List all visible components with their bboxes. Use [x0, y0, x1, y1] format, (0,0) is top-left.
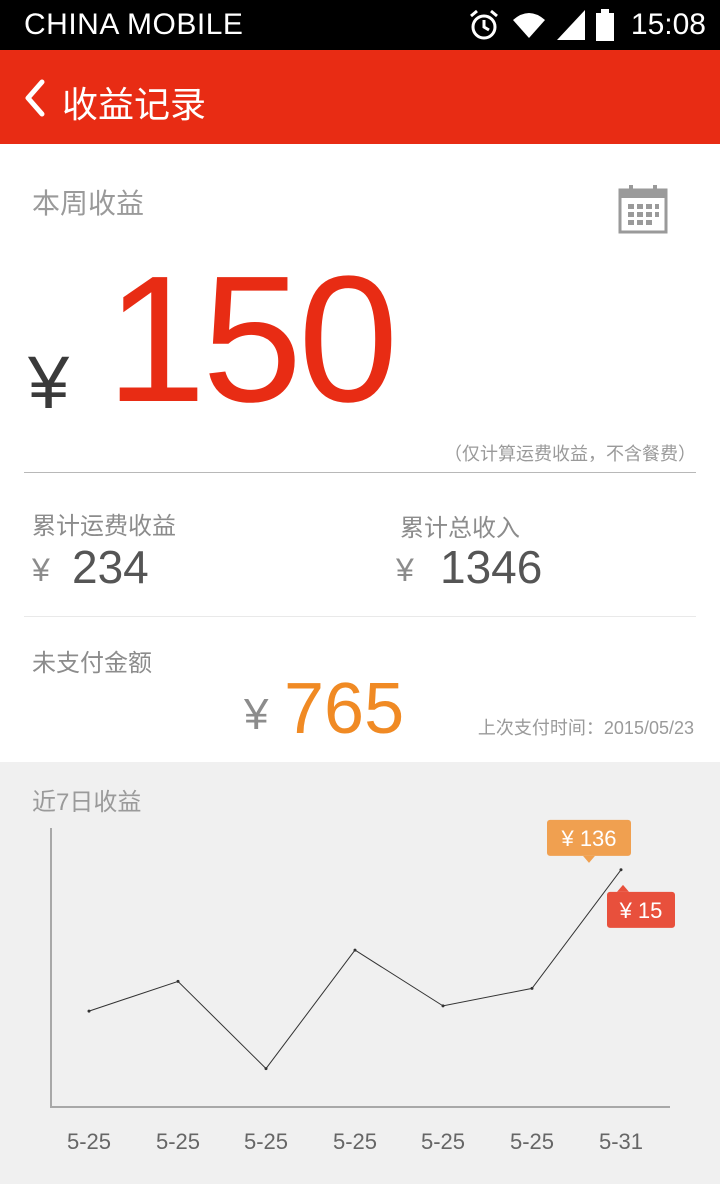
status-bar: CHINA MOBILE 15:08 — [0, 0, 720, 50]
alarm-icon — [469, 9, 498, 40]
tooltip-label: ¥ 136 — [560, 826, 616, 851]
week-earnings-amount: 150 — [106, 239, 398, 440]
page-title: 收益记录 — [62, 84, 207, 125]
tooltip-pointer — [617, 884, 629, 892]
last-payment-time: 上次支付时间：2015/05/23 — [477, 718, 694, 738]
total-income-label: 累计总收入 — [400, 515, 520, 542]
week-earnings-label: 本周收益 — [32, 188, 145, 219]
x-tick-label: 5-31 — [599, 1129, 643, 1154]
x-tick-label: 5-25 — [421, 1129, 465, 1154]
x-tick-label: 5-25 — [510, 1129, 554, 1154]
freight-currency-symbol: ¥ — [32, 552, 50, 588]
series-line — [88, 869, 622, 1070]
line-chart: 5-25 5-25 5-25 5-25 5-25 5-25 5-31 ¥ 136 ¥ 15 — [50, 819, 675, 1154]
calendar-icon[interactable] — [618, 184, 668, 234]
app-header: 收益记录 — [0, 50, 720, 144]
wifi-icon — [512, 13, 545, 38]
unpaid-currency-symbol: ¥ — [244, 690, 269, 739]
week-currency-symbol: ¥ — [28, 341, 70, 424]
data-point[interactable] — [176, 979, 180, 983]
total-income-value: 1346 — [440, 541, 543, 593]
value-tooltip: ¥ 136 — [547, 819, 631, 863]
carrier-name: CHINA MOBILE — [24, 8, 244, 41]
recent-earnings-chart: 近7日收益 5-25 5-25 5-25 5-25 5-25 5-25 5-31 ¥ 136 ¥… — [0, 762, 720, 1184]
signal-icon — [556, 10, 585, 40]
x-tick-label: 5-25 — [156, 1129, 200, 1154]
data-point[interactable] — [530, 986, 534, 990]
tooltip-pointer — [583, 855, 595, 863]
status-icons: 15:08 — [467, 6, 706, 44]
back-arrow-icon[interactable] — [18, 76, 54, 120]
data-point[interactable] — [87, 1009, 91, 1013]
freight-earnings-label: 累计运费收益 — [32, 513, 176, 540]
unpaid-amount-value: 765 — [284, 669, 405, 749]
battery-icon — [595, 9, 614, 41]
x-tick-label: 5-25 — [244, 1129, 288, 1154]
total-currency-symbol: ¥ — [396, 552, 414, 588]
status-time: 15:08 — [630, 8, 706, 41]
x-tick-label: 5-25 — [67, 1129, 111, 1154]
data-point[interactable] — [353, 948, 357, 952]
data-point[interactable] — [441, 1004, 445, 1008]
tooltip-label: ¥ 15 — [619, 898, 663, 923]
data-point[interactable] — [619, 868, 623, 872]
secondary-value-tooltip: ¥ 15 — [607, 884, 675, 928]
freight-earnings-value: 234 — [72, 541, 149, 593]
week-earnings-note: （仅计算运费收益，不含餐费） — [444, 444, 696, 464]
section-divider — [24, 472, 696, 473]
x-tick-label: 5-25 — [333, 1129, 377, 1154]
unpaid-amount-label: 未支付金额 — [32, 650, 152, 677]
data-point[interactable] — [264, 1067, 268, 1071]
section-divider — [24, 616, 696, 617]
